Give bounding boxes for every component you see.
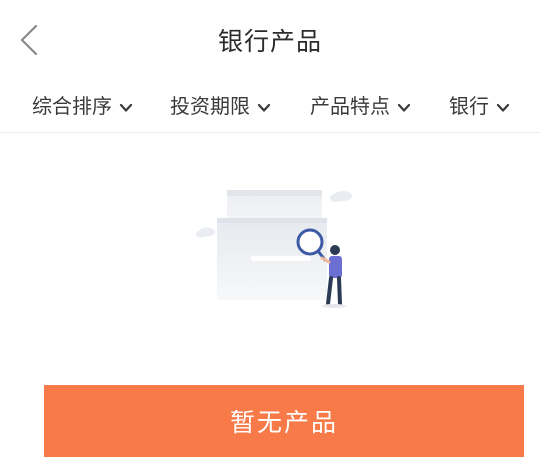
header: 银行产品	[0, 0, 540, 78]
chevron-down-icon	[396, 97, 412, 113]
filter-bank[interactable]: 银行	[449, 90, 511, 119]
filter-sort[interactable]: 综合排序	[32, 90, 134, 119]
chevron-down-icon	[256, 97, 272, 113]
empty-search-illustration	[195, 178, 360, 313]
chevron-down-icon	[495, 97, 511, 113]
filter-bar: 综合排序 投资期限 产品特点 银行	[0, 78, 540, 133]
filter-label: 产品特点	[310, 94, 390, 118]
filter-term[interactable]: 投资期限	[170, 90, 272, 119]
filter-label: 投资期限	[170, 94, 250, 118]
filter-features[interactable]: 产品特点	[310, 90, 412, 119]
no-products-button[interactable]: 暂无产品	[44, 385, 524, 457]
chevron-down-icon	[118, 97, 134, 113]
page-title: 银行产品	[217, 27, 322, 56]
filter-label: 综合排序	[32, 94, 112, 118]
screen: 银行产品 综合排序 投资期限 产品特点 银行 暂无产品	[0, 0, 540, 469]
filter-label: 银行	[449, 94, 489, 118]
